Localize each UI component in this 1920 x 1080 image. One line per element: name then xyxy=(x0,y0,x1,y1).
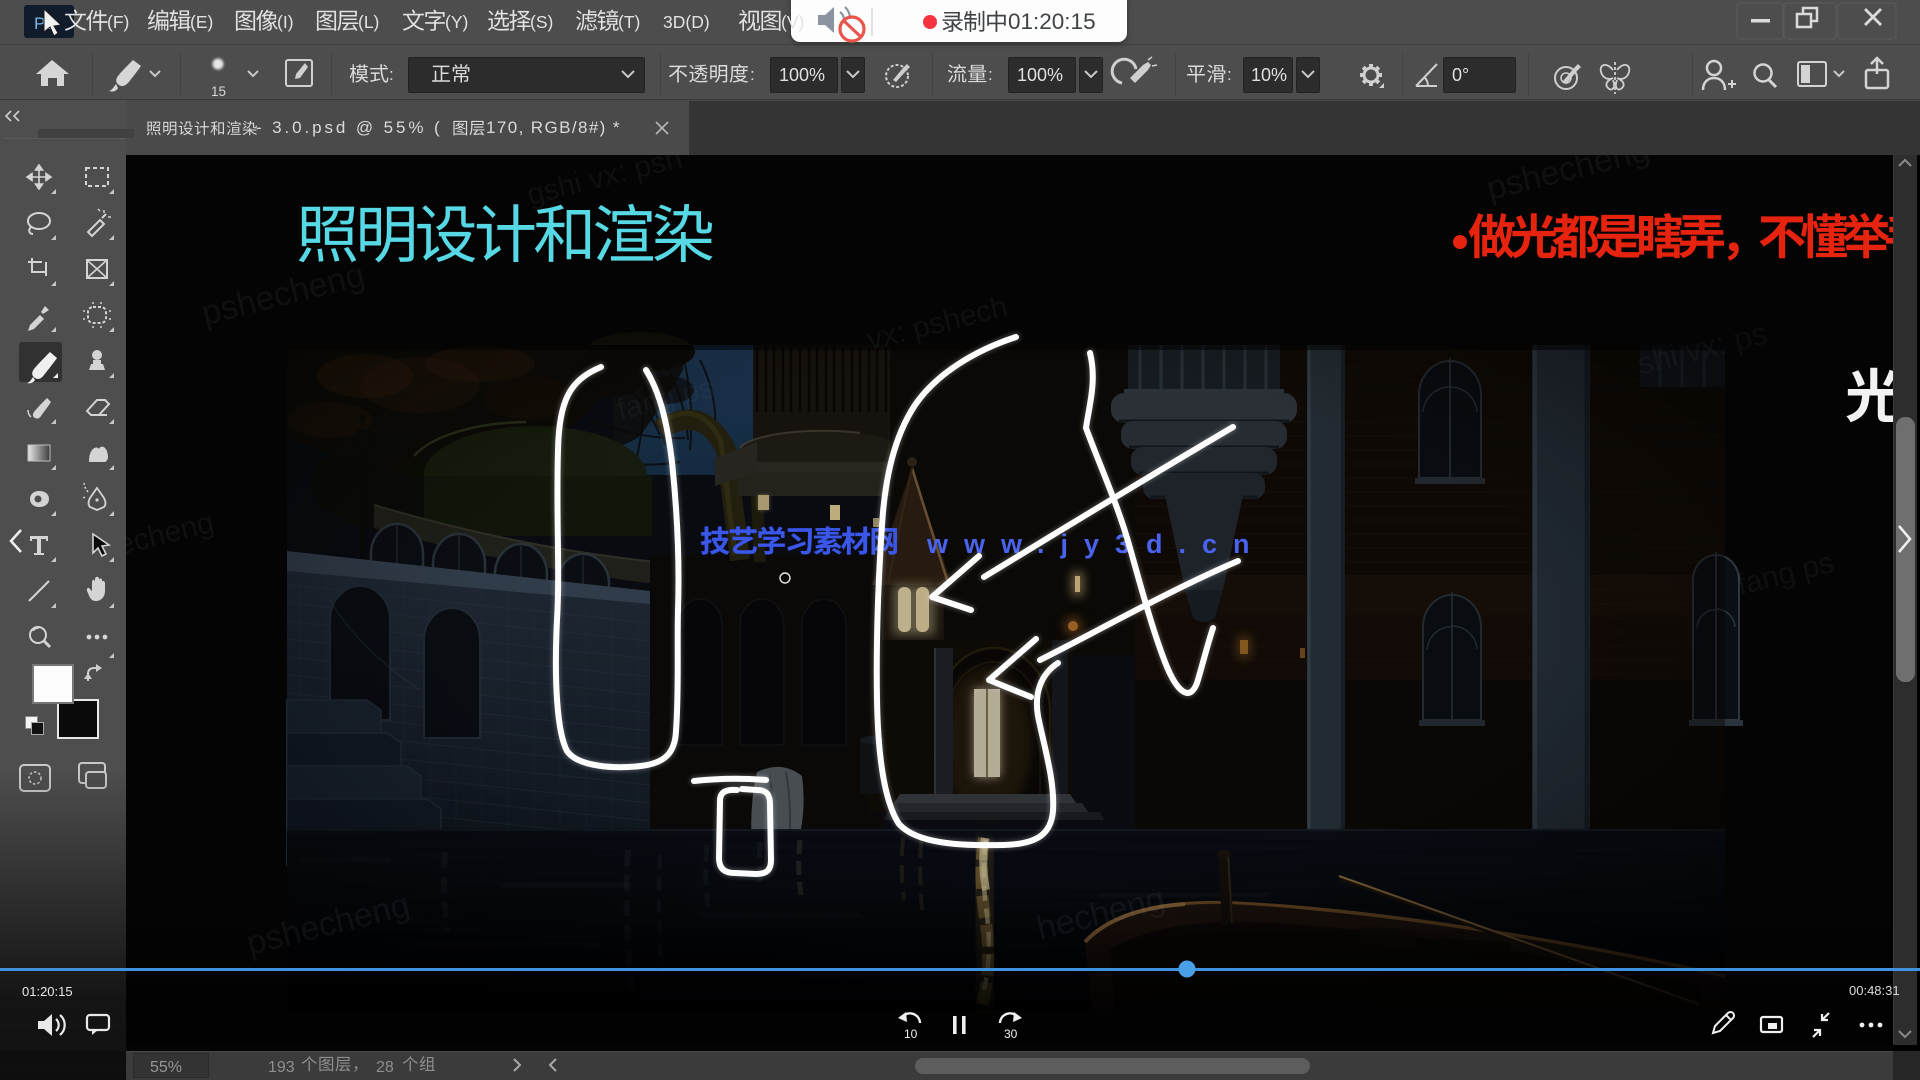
svg-text:01:20:15: 01:20:15 xyxy=(22,984,73,999)
svg-text:30: 30 xyxy=(1004,1027,1018,1041)
svg-text:00:48:31: 00:48:31 xyxy=(1849,983,1900,998)
svg-text:01:20:15: 01:20:15 xyxy=(1008,9,1096,34)
svg-text:10: 10 xyxy=(904,1027,918,1041)
